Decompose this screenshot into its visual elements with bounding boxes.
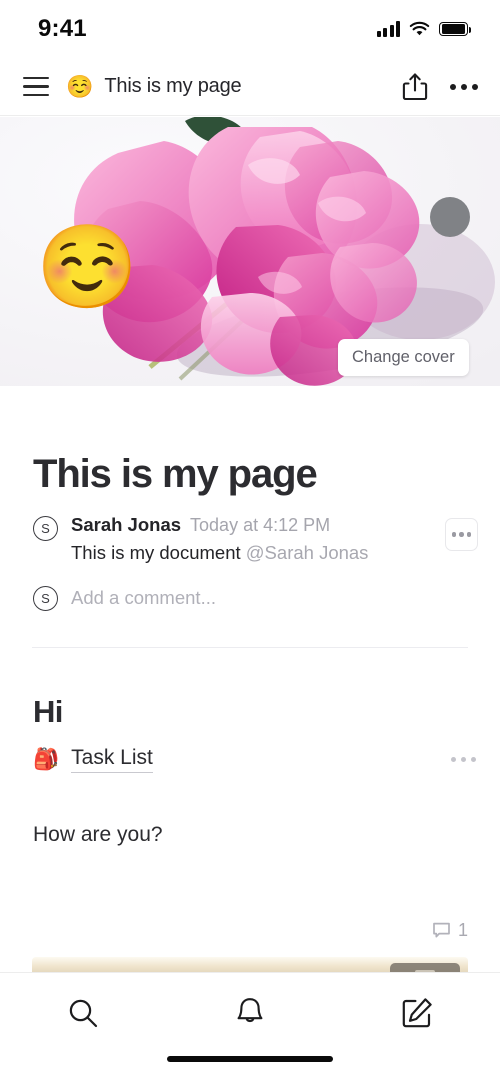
wifi-icon	[409, 21, 430, 36]
comment-body: This is my document	[71, 542, 246, 563]
backpack-icon: 🎒	[33, 748, 60, 772]
block-more-icon[interactable]	[451, 757, 476, 763]
mobile-screen: 9:41 ☺️ This is my page Change cover ☺️ …	[0, 0, 500, 1080]
comment-count-badge[interactable]: 1	[432, 920, 468, 941]
page-emoji-icon[interactable]: ☺️	[36, 227, 138, 309]
comment-more-icon[interactable]	[445, 518, 478, 551]
share-icon[interactable]	[402, 72, 428, 101]
status-bar: 9:41	[0, 0, 500, 58]
change-cover-button[interactable]: Change cover	[338, 339, 469, 376]
comment-thread: S Sarah Jonas Today at 4:12 PM This is m…	[0, 514, 500, 612]
add-comment-row[interactable]: S Add a comment...	[33, 584, 470, 612]
page-title[interactable]: This is my page	[33, 452, 500, 496]
section-divider	[32, 647, 468, 649]
comment-mention[interactable]: @Sarah Jonas	[246, 542, 369, 563]
comment-bubble-icon	[433, 922, 450, 938]
tab-search[interactable]	[38, 990, 128, 1036]
comment-text: This is my document @Sarah Jonas	[71, 541, 470, 564]
comment-item[interactable]: S Sarah Jonas Today at 4:12 PM This is m…	[33, 514, 470, 564]
more-options-icon[interactable]	[450, 83, 478, 90]
content-heading[interactable]: Hi	[33, 694, 500, 730]
nav-actions	[402, 72, 478, 101]
cellular-signal-icon	[376, 21, 400, 37]
avatar: S	[33, 516, 58, 541]
bottom-tab-bar	[0, 972, 500, 1080]
tab-notifications[interactable]	[205, 990, 295, 1036]
navigation-bar: ☺️ This is my page	[0, 58, 500, 116]
avatar: S	[33, 586, 58, 612]
bell-icon	[237, 998, 263, 1023]
nav-page-title[interactable]: This is my page	[104, 75, 402, 98]
task-list-link[interactable]: Task List	[71, 746, 153, 774]
comment-count-value: 1	[457, 920, 468, 940]
nav-page-emoji: ☺️	[66, 73, 94, 99]
status-time: 9:41	[38, 15, 87, 42]
home-indicator	[167, 1056, 333, 1062]
cover-avatar-circle[interactable]	[430, 197, 470, 237]
battery-full-icon	[439, 21, 471, 37]
compose-icon	[402, 998, 432, 1028]
content-paragraph[interactable]: How are you?	[33, 823, 500, 847]
status-icons	[376, 21, 471, 37]
comment-author: Sarah Jonas	[71, 514, 182, 535]
tab-compose[interactable]	[372, 990, 462, 1036]
search-icon	[70, 999, 98, 1028]
task-list-block[interactable]: 🎒 Task List	[33, 746, 500, 774]
add-comment-input[interactable]: Add a comment...	[71, 587, 216, 609]
comment-timestamp: Today at 4:12 PM	[190, 515, 331, 535]
hamburger-menu-icon[interactable]	[16, 67, 56, 107]
